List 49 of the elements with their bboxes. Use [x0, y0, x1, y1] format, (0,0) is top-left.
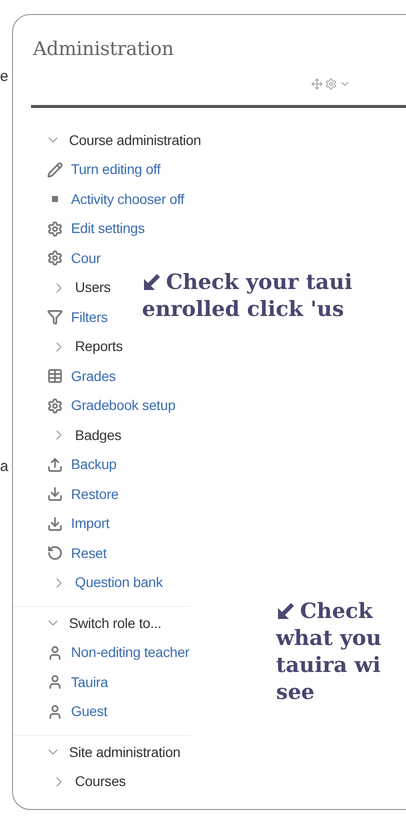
tree-node[interactable]: Reports — [75, 336, 123, 358]
menu-link[interactable]: Turn editing off — [71, 159, 160, 180]
tree-node[interactable]: Course administration — [69, 130, 201, 151]
download-icon — [47, 486, 63, 502]
tree-node[interactable]: Courses — [75, 771, 126, 792]
download-icon — [47, 516, 63, 532]
gear-icon[interactable] — [325, 78, 337, 90]
pencil-icon — [47, 162, 63, 178]
menu-link[interactable]: Import — [71, 513, 110, 534]
menu-link[interactable]: Edit settings — [71, 218, 145, 240]
gear-icon — [47, 220, 63, 237]
tree-node[interactable]: Switch role to... — [69, 612, 162, 634]
menu-link[interactable]: Reset — [71, 542, 107, 564]
table-icon — [47, 368, 63, 384]
tree-node[interactable]: Badges — [75, 424, 122, 446]
gear-icon — [47, 398, 63, 414]
annotation-text: Check — [300, 597, 373, 624]
block-title: Administration — [32, 37, 174, 62]
menu-link[interactable]: Gradebook setup — [71, 395, 176, 416]
menu-link[interactable]: Activity chooser off — [71, 188, 184, 210]
gear-icon — [47, 250, 63, 266]
menu-link[interactable]: Guest — [71, 701, 108, 722]
user-icon — [47, 644, 63, 661]
menu-link[interactable]: Grades — [71, 366, 116, 387]
reset-icon — [47, 545, 63, 562]
user-icon — [47, 704, 63, 720]
upload-icon — [47, 456, 63, 473]
menu-link[interactable]: Cour — [71, 248, 101, 269]
menu-link[interactable]: Non-editing teacher — [71, 642, 190, 664]
menu-link[interactable]: Tauira — [71, 672, 108, 693]
tree-node[interactable]: Site administration — [69, 742, 180, 763]
tree-node[interactable]: Users — [75, 277, 111, 298]
menu-link[interactable]: Restore — [71, 484, 119, 505]
arrow-icon — [142, 272, 162, 292]
arrow-icon — [276, 600, 296, 620]
move-icon[interactable] — [311, 78, 323, 90]
annotation-text: enrolled click 'us — [142, 295, 344, 322]
cropped-text: a — [0, 457, 8, 477]
filter-icon — [47, 309, 63, 326]
tree-link[interactable]: Question bank — [75, 572, 163, 594]
menu-link[interactable]: Backup — [71, 454, 116, 476]
annotation-text: see — [276, 678, 315, 705]
annotation-text: tauira wi — [276, 651, 381, 678]
cropped-text: e — [0, 67, 8, 87]
user-icon — [47, 674, 63, 690]
annotation-text: what you — [276, 624, 382, 651]
annotation-text: Check your taui — [166, 268, 352, 295]
bullet-icon — [52, 196, 58, 202]
menu-link[interactable]: Filters — [71, 306, 108, 328]
